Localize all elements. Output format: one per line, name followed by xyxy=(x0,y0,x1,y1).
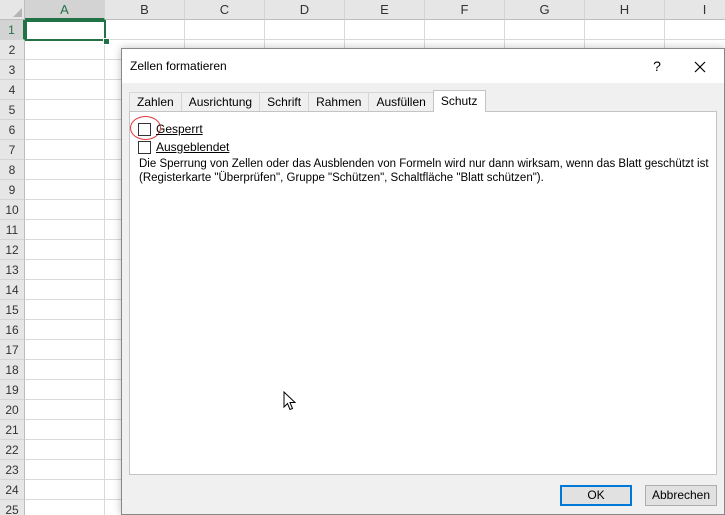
locked-checkbox[interactable] xyxy=(138,122,151,136)
tab-ausf-llen[interactable]: Ausfüllen xyxy=(368,92,434,112)
row-header-11[interactable]: 11 xyxy=(0,220,25,240)
row-header-14[interactable]: 14 xyxy=(0,280,25,300)
row-header-15[interactable]: 15 xyxy=(0,300,25,320)
row-header-9[interactable]: 9 xyxy=(0,180,25,200)
row-header-19[interactable]: 19 xyxy=(0,380,25,400)
tab-ausrichtung[interactable]: Ausrichtung xyxy=(180,92,261,112)
row-header-12[interactable]: 12 xyxy=(0,240,25,260)
select-all-corner[interactable] xyxy=(0,0,25,20)
row-header-23[interactable]: 23 xyxy=(0,460,25,480)
active-cell-A1[interactable] xyxy=(25,20,106,41)
column-headers: ABCDEFGHI xyxy=(25,0,725,20)
mouse-cursor-icon xyxy=(283,391,297,411)
row-header-7[interactable]: 7 xyxy=(0,140,25,160)
row-header-6[interactable]: 6 xyxy=(0,120,25,140)
format-cells-dialog: Zellen formatieren ? Zahlen Ausrichtung Sc… xyxy=(121,48,725,515)
hidden-checkbox[interactable] xyxy=(138,140,151,154)
locked-label[interactable]: Gesperrt xyxy=(156,122,203,136)
row-header-21[interactable]: 21 xyxy=(0,420,25,440)
close-button[interactable] xyxy=(685,55,715,77)
column-header-G[interactable]: G xyxy=(505,0,585,20)
column-header-C[interactable]: C xyxy=(185,0,265,20)
dialog-tabs: Zahlen Ausrichtung Schrift Rahmen Ausfüllen S… xyxy=(129,90,486,112)
row-header-22[interactable]: 22 xyxy=(0,440,25,460)
column-header-A[interactable]: A xyxy=(25,0,105,20)
row-header-3[interactable]: 3 xyxy=(0,60,25,80)
column-header-I[interactable]: I xyxy=(665,0,725,20)
tab-rahmen[interactable]: Rahmen xyxy=(308,92,370,112)
row-header-10[interactable]: 10 xyxy=(0,200,25,220)
dialog-titlebar[interactable]: Zellen formatieren ? xyxy=(122,49,724,83)
row-header-8[interactable]: 8 xyxy=(0,160,25,180)
column-header-D[interactable]: D xyxy=(265,0,345,20)
column-header-B[interactable]: B xyxy=(105,0,185,20)
ok-button[interactable]: OK xyxy=(560,485,632,506)
row-header-2[interactable]: 2 xyxy=(0,40,25,60)
column-header-E[interactable]: E xyxy=(345,0,425,20)
row-header-4[interactable]: 4 xyxy=(0,80,25,100)
row-header-1[interactable]: 1 xyxy=(0,20,25,40)
row-header-16[interactable]: 16 xyxy=(0,320,25,340)
tab-schutz[interactable]: Schutz xyxy=(432,90,486,112)
column-header-H[interactable]: H xyxy=(585,0,665,20)
row-header-24[interactable]: 24 xyxy=(0,480,25,500)
column-header-F[interactable]: F xyxy=(425,0,505,20)
hidden-option[interactable]: Ausgeblendet xyxy=(138,139,229,155)
row-header-17[interactable]: 17 xyxy=(0,340,25,360)
tab-panel-schutz: Gesperrt Ausgeblendet Die Sperrung von Z… xyxy=(129,111,717,475)
row-header-25[interactable]: 25 xyxy=(0,500,25,515)
locked-option[interactable]: Gesperrt xyxy=(138,121,203,137)
close-icon xyxy=(694,61,706,73)
protection-note: Die Sperrung von Zellen oder das Ausblen… xyxy=(139,158,709,184)
row-headers: 1 2 3 4 5 6 7 8 9 10 11 12 13 14 15 16 17 18 19 20 21 22 23 24 2… xyxy=(0,20,25,515)
tab-schrift[interactable]: Schrift xyxy=(259,92,310,112)
row-header-18[interactable]: 18 xyxy=(0,360,25,380)
fill-handle[interactable] xyxy=(103,38,110,45)
row-header-20[interactable]: 20 xyxy=(0,400,25,420)
hidden-label[interactable]: Ausgeblendet xyxy=(156,140,229,154)
row-header-5[interactable]: 5 xyxy=(0,100,25,120)
select-all-triangle-icon xyxy=(13,8,22,17)
tab-zahlen[interactable]: Zahlen xyxy=(129,92,182,112)
row-header-13[interactable]: 13 xyxy=(0,260,25,280)
help-button[interactable]: ? xyxy=(642,55,672,77)
dialog-title: Zellen formatieren xyxy=(130,59,227,73)
cancel-button[interactable]: Abbrechen xyxy=(645,485,717,506)
